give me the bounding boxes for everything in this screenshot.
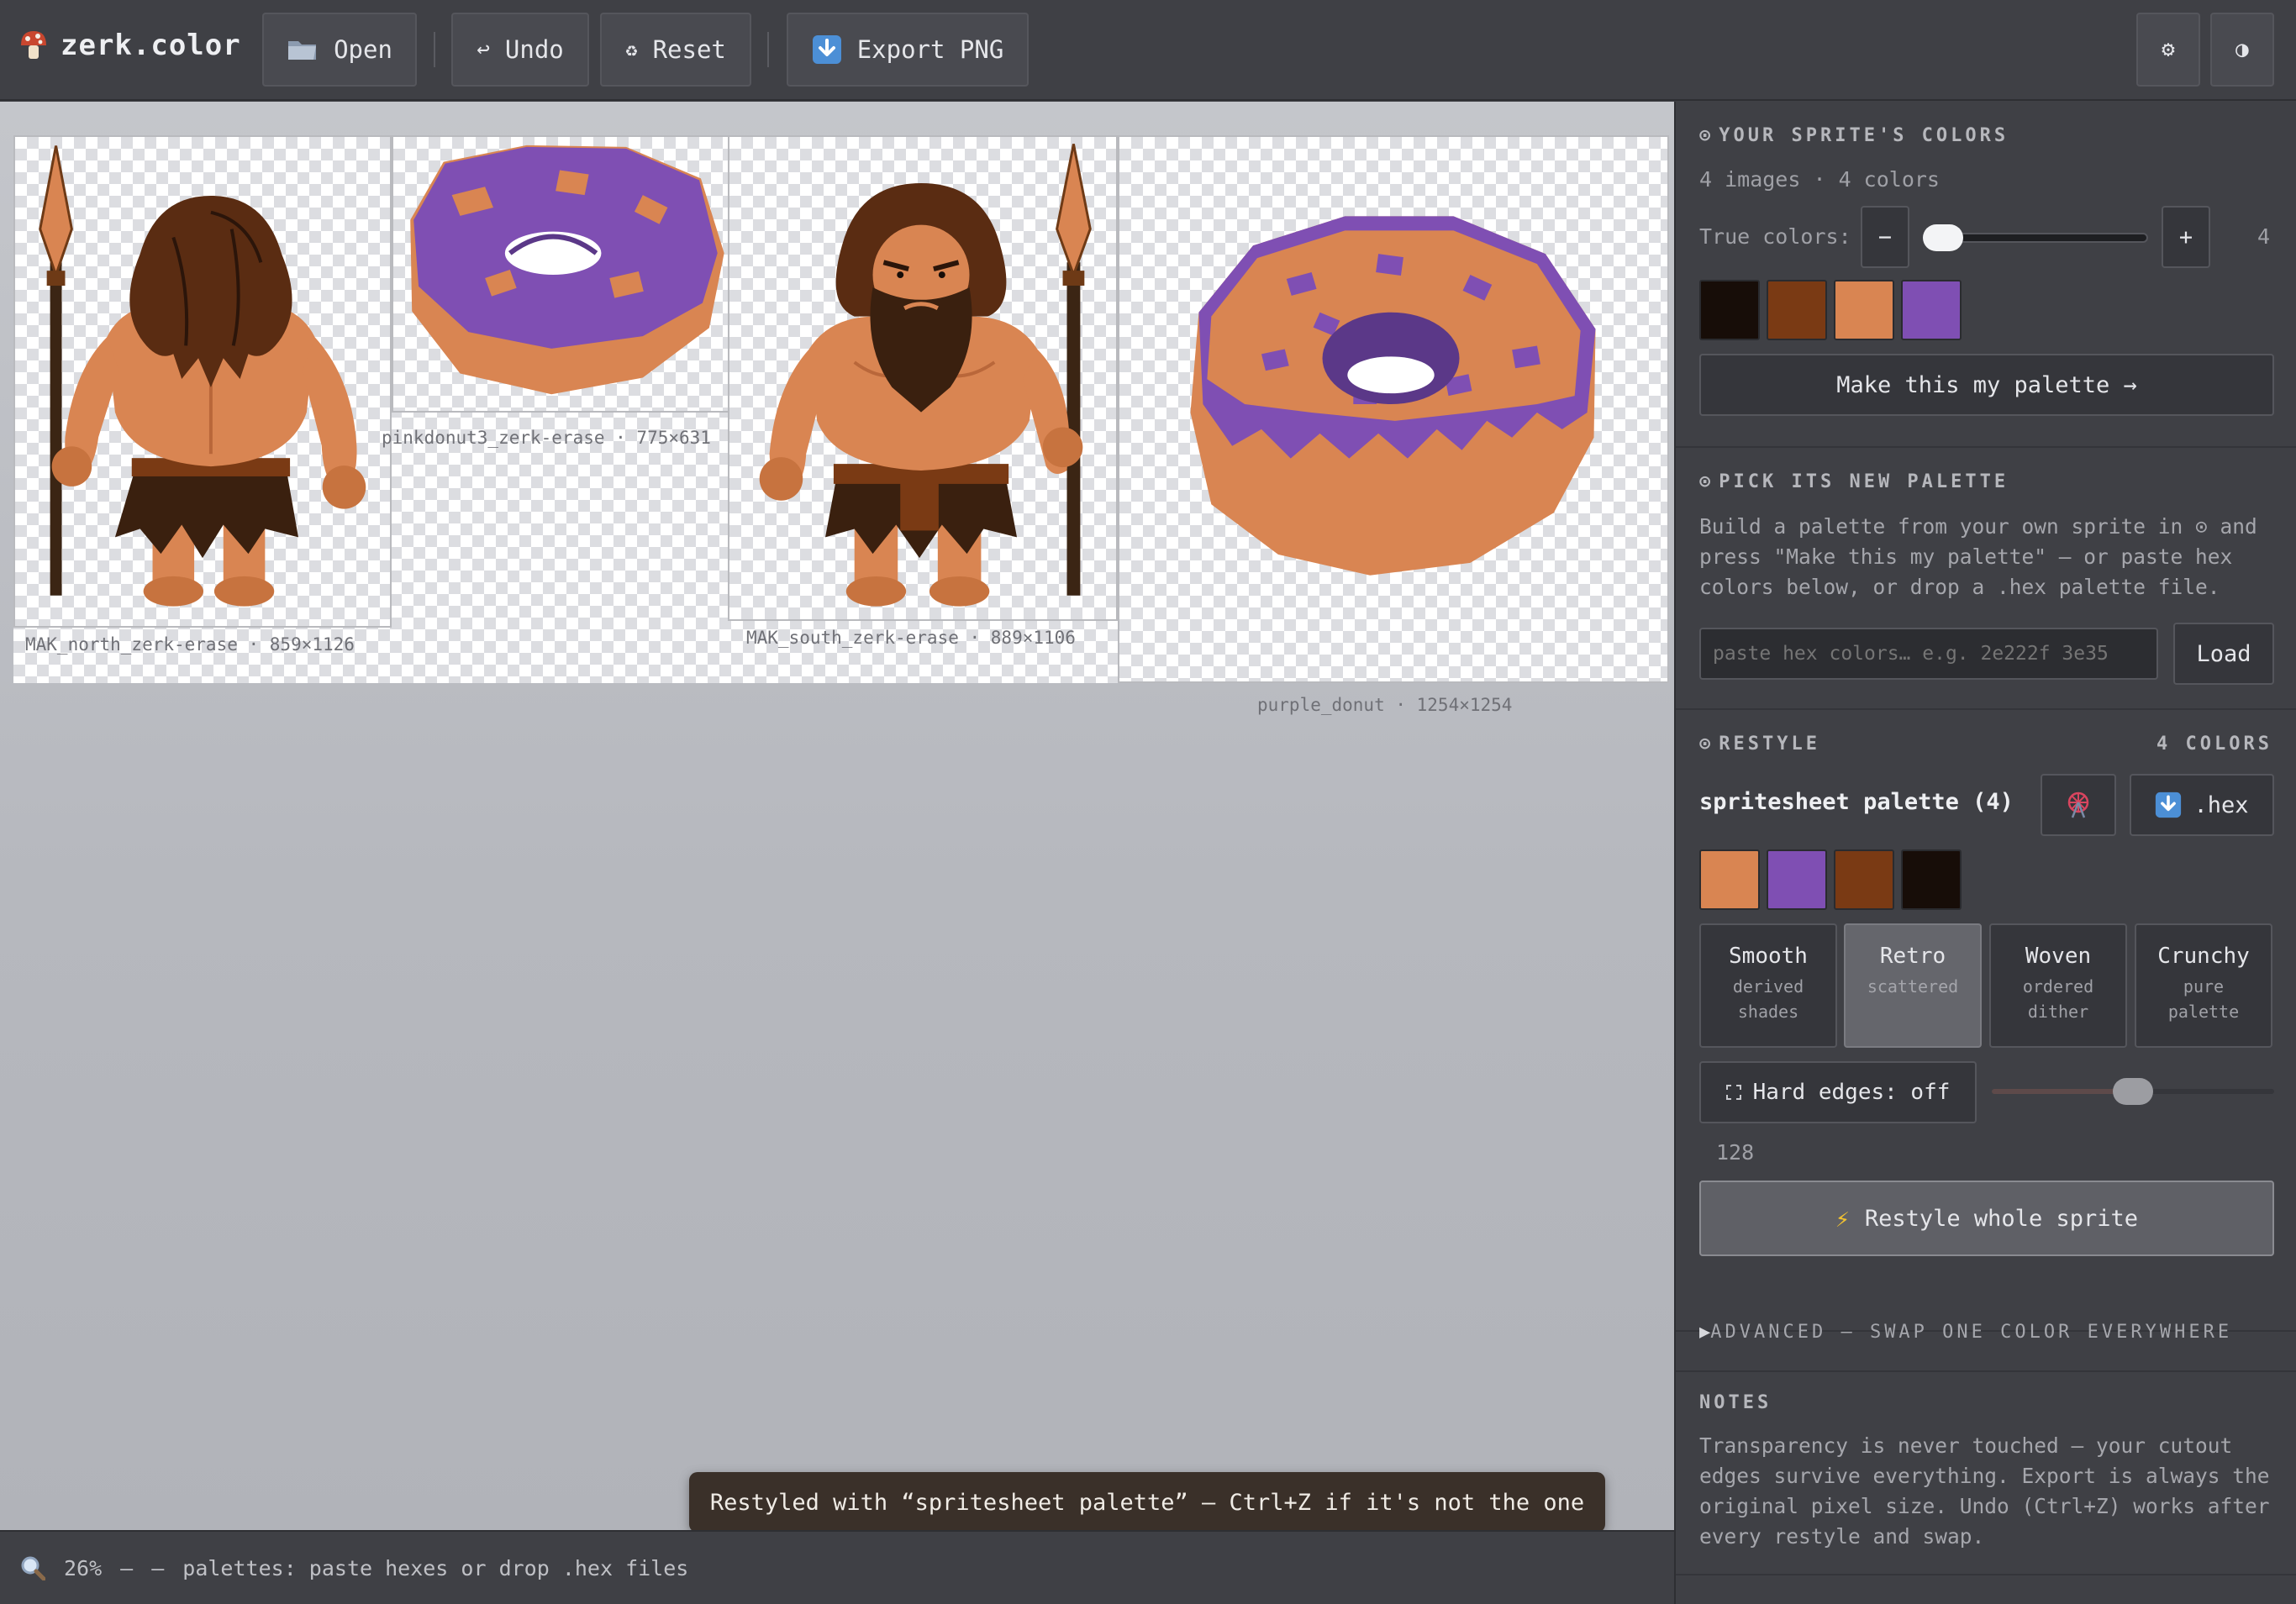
mode-smooth[interactable]: Smooth derived shades (1699, 923, 1837, 1048)
mode-retro[interactable]: Retro scattered (1844, 923, 1982, 1048)
checkbox-icon (1725, 1085, 1741, 1100)
circle-dot-icon: ⊙ (1699, 125, 1711, 146)
reset-label: Reset (652, 35, 726, 64)
slider-fill (1992, 1089, 2133, 1094)
magnifier-icon (21, 1556, 45, 1580)
mode-woven[interactable]: Woven ordered dither (1989, 923, 2127, 1048)
advanced-toggle[interactable]: ▶ADVANCED — SWAP ONE COLOR EVERYWHERE (1699, 1322, 2232, 1343)
open-label: Open (334, 35, 392, 64)
sprite-color-swatch[interactable] (1901, 280, 1962, 340)
hard-edges-slider[interactable] (1992, 1078, 2274, 1105)
palette-description: Build a palette from your own sprite in … (1699, 514, 2257, 599)
load-palette-button[interactable]: Load (2173, 623, 2274, 685)
open-button[interactable]: Open (262, 13, 417, 87)
caret-right-icon: ▶ (1699, 1322, 1711, 1343)
restyle-mode-group: Smooth derived shades Retro scattered Wo… (1699, 923, 2279, 1048)
slider-thumb[interactable] (1923, 224, 1963, 251)
ferris-wheel-icon (2067, 791, 2089, 818)
sprite-caption: purple_donut · 1254×1254 (1257, 695, 1513, 715)
sprite-caption: MAK_north_zerk-erase · 859×1126 (25, 634, 355, 655)
undo-arrow-icon: ↩ (477, 37, 490, 62)
target-color-swatch[interactable] (1699, 849, 1760, 910)
top-toolbar: zerk.color Open ↩ Undo ♻ Reset Export PN… (0, 0, 2296, 101)
make-palette-button[interactable]: Make this my palette → (1699, 354, 2274, 416)
lightning-icon: ⚡ (1835, 1204, 1850, 1233)
undo-label: Undo (504, 35, 564, 64)
new-palette-section: ⊙ PICK ITS NEW PALETTE Build a palette fr… (1676, 448, 2296, 710)
true-colors-label: True colors: (1699, 224, 1851, 249)
sprite-colors-section: ⊙ YOUR SPRITE'S COLORS 4 images · 4 color… (1676, 102, 2296, 448)
target-color-swatch[interactable] (1834, 849, 1894, 910)
circle-dot-icon: ⊙ (1699, 471, 1711, 492)
section-divider (1676, 1574, 2296, 1575)
true-colors-slider[interactable] (1923, 224, 2148, 251)
notes-text: Transparency is never touched — your cut… (1699, 1433, 2270, 1549)
target-color-swatch[interactable] (1901, 849, 1962, 910)
sprite-caption: MAK_south_zerk-erase · 889×1106 (746, 628, 1076, 648)
section-heading: ⊙ YOUR SPRITE'S COLORS (1699, 125, 2009, 146)
sprite-caption: pinkdonut3_zerk-erase · 775×631 (382, 428, 711, 448)
sprite-pinkdonut[interactable] (392, 135, 733, 413)
circle-dot-icon: ⊙ (1699, 734, 1711, 755)
color-summary: 4 images · 4 colors (1699, 167, 1940, 192)
sprite-color-swatch[interactable] (1767, 280, 1827, 340)
toolbar-divider (434, 32, 435, 67)
down-arrow-box-icon (2156, 791, 2182, 818)
status-hint: palettes: paste hexes or drop .hex files (182, 1555, 689, 1580)
status-separator: — (120, 1555, 134, 1580)
reset-button[interactable]: ♻ Reset (600, 13, 751, 87)
sprite-color-swatch[interactable] (1699, 280, 1760, 340)
section-heading: ⊙ PICK ITS NEW PALETTE (1699, 471, 2009, 492)
theme-toggle-button[interactable]: ◑ (2210, 13, 2274, 87)
sprite-mak-north[interactable] (13, 135, 392, 628)
folder-icon (288, 41, 317, 60)
mode-crunchy[interactable]: Crunchy pure palette (2135, 923, 2272, 1048)
contrast-icon: ◑ (2235, 37, 2249, 62)
notes-heading: NOTES (1699, 1392, 1772, 1413)
sprite-purple-donut[interactable] (1118, 135, 1669, 683)
hex-colors-input[interactable] (1699, 628, 2158, 680)
caveman-front-image (759, 144, 1092, 607)
app-logo: zerk.color (18, 29, 241, 62)
true-colors-count: 4 (2257, 224, 2271, 249)
sprite-canvas[interactable]: MAK_north_zerk-erase · 859×1126 pinkdonu… (0, 102, 1674, 1530)
export-png-button[interactable]: Export PNG (787, 13, 1029, 87)
random-palette-button[interactable] (2041, 774, 2116, 836)
hard-edges-value: 128 (1716, 1140, 1755, 1165)
status-separator: — (151, 1555, 165, 1580)
zoom-level[interactable]: 26% (64, 1556, 102, 1580)
hard-edges-toggle[interactable]: Hard edges: off (1699, 1061, 1977, 1123)
sidebar: ⊙ YOUR SPRITE'S COLORS 4 images · 4 color… (1674, 102, 2296, 1604)
undo-button[interactable]: ↩ Undo (451, 13, 589, 87)
down-arrow-box-icon (812, 35, 841, 64)
toolbar-divider (767, 32, 769, 67)
restyle-sprite-button[interactable]: ⚡ Restyle whole sprite (1699, 1181, 2274, 1256)
restyle-toast: Restyled with “spritesheet palette” — Ct… (689, 1472, 1605, 1533)
section-heading: ⊙ RESTYLE (1699, 734, 1820, 755)
target-color-swatch[interactable] (1767, 849, 1827, 910)
sprite-mak-south[interactable] (728, 135, 1118, 621)
recycle-icon: ♻ (625, 38, 638, 61)
mushroom-icon (21, 31, 46, 59)
sprite-color-swatch[interactable] (1834, 280, 1894, 340)
caveman-back-image (39, 145, 366, 607)
slider-thumb[interactable] (2113, 1078, 2153, 1105)
restyle-color-count: 4 COLORS (2156, 734, 2272, 755)
donut-large-image (1190, 216, 1596, 576)
decrease-colors-button[interactable]: − (1861, 206, 1909, 268)
status-bar: 26% — — palettes: paste hexes or drop .h… (0, 1530, 1674, 1604)
section-divider (1676, 1370, 2296, 1372)
download-hex-button[interactable]: .hex (2130, 774, 2274, 836)
increase-colors-button[interactable]: + (2162, 206, 2210, 268)
donut-small-image (410, 145, 724, 395)
app-title: zerk.color (61, 29, 241, 62)
toast-message: Restyled with “spritesheet palette” — Ct… (709, 1489, 1585, 1516)
settings-button[interactable]: ⚙ (2136, 13, 2200, 87)
gear-icon: ⚙ (2162, 37, 2175, 62)
export-label: Export PNG (856, 35, 1004, 64)
palette-name: spritesheet palette (4) (1699, 789, 2014, 815)
spritesheet: MAK_north_zerk-erase · 859×1126 pinkdonu… (13, 135, 1669, 715)
